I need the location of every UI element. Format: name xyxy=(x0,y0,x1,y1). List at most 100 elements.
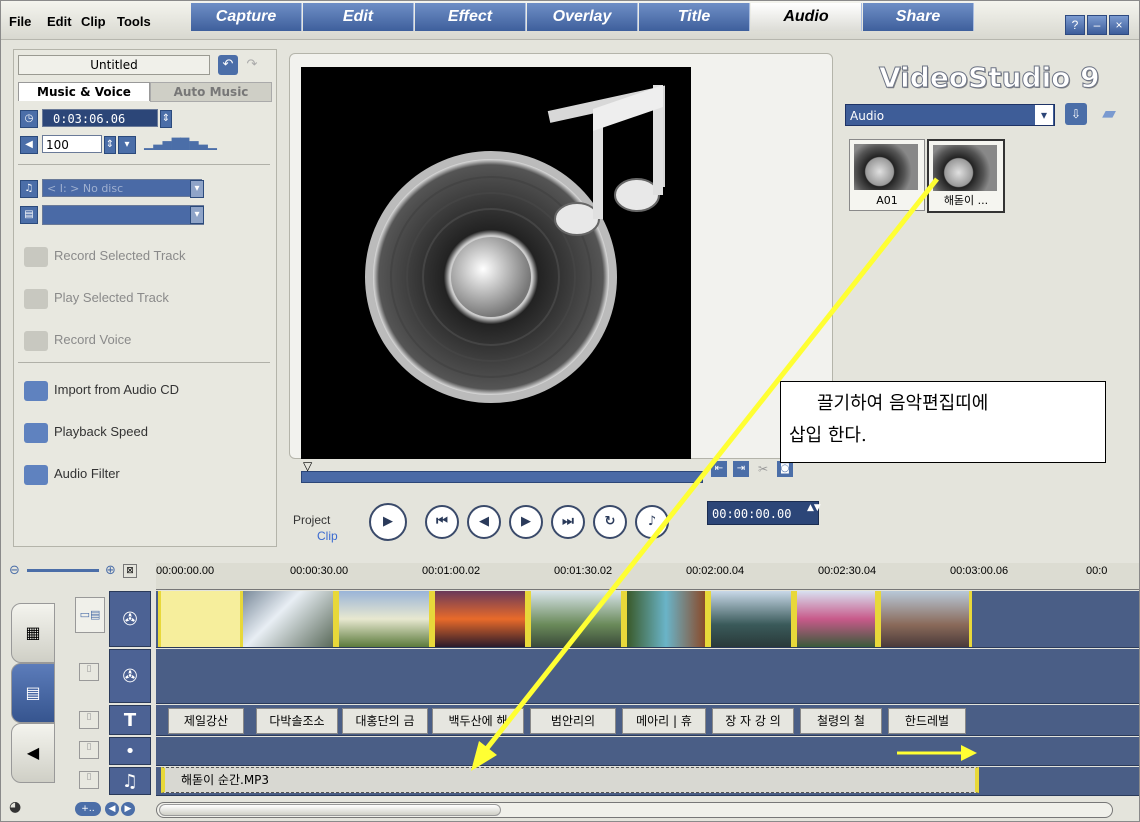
title-clip[interactable]: 백두산에 해 xyxy=(432,708,524,734)
duration-field[interactable]: 0:03:06.06 xyxy=(42,109,158,127)
cd-drive-select[interactable]: < I: > No disc xyxy=(42,179,202,197)
video-clip[interactable] xyxy=(528,591,624,647)
volume-field[interactable]: 100 xyxy=(42,135,102,153)
record-voice-button[interactable]: Record Voice xyxy=(24,328,131,352)
fade-out-icon[interactable]: ▇▅▃▁ xyxy=(180,136,217,150)
storyboard-view-tab[interactable]: ▦ xyxy=(11,603,55,663)
fade-in-icon[interactable]: ▁▃▅▇ xyxy=(144,136,181,150)
duration-stepper[interactable]: ⇕ xyxy=(160,110,172,128)
play-button[interactable]: ▶ xyxy=(369,503,407,541)
scrub-handle-icon[interactable]: ▽ xyxy=(303,459,312,473)
scroll-right-icon[interactable]: ▶ xyxy=(121,802,135,816)
zoom-out-icon[interactable]: ⊖ xyxy=(9,563,23,578)
project-mode-label[interactable]: Project xyxy=(293,513,330,527)
preview-scrub-bar[interactable]: ▽ xyxy=(301,459,711,487)
audio-clip[interactable]: 해돋이 순간.MP3 xyxy=(161,767,979,793)
zoom-in-icon[interactable]: ⊕ xyxy=(105,563,119,578)
close-button[interactable]: × xyxy=(1109,15,1129,35)
ripple-edit-icon[interactable]: +‥ xyxy=(75,802,101,816)
volume-button[interactable]: ♪ xyxy=(635,505,669,539)
tab-audio[interactable]: Audio xyxy=(751,3,862,31)
title-clip[interactable]: 한드레벌 xyxy=(888,708,966,734)
title-clip[interactable]: 대홍단의 금 xyxy=(342,708,428,734)
track-lock-icon[interactable]: ▯ xyxy=(79,741,99,759)
video-track[interactable] xyxy=(156,591,1139,648)
library-item-haedoti[interactable]: 해돋이 ... xyxy=(927,139,1005,213)
tab-share[interactable]: Share xyxy=(863,3,974,31)
menu-file[interactable]: File xyxy=(9,14,31,29)
video-clip[interactable] xyxy=(158,591,242,647)
folder-icon[interactable]: ▰ xyxy=(1095,103,1123,125)
minimize-button[interactable]: – xyxy=(1087,15,1107,35)
next-frame-button[interactable]: ▶ xyxy=(509,505,543,539)
tab-music-voice[interactable]: Music & Voice xyxy=(18,82,150,101)
scrollbar-thumb[interactable] xyxy=(159,804,501,816)
volume-dropdown[interactable]: ▾ xyxy=(118,136,136,154)
tab-title[interactable]: Title xyxy=(639,3,750,31)
timecode-display[interactable]: 00:00:00.00 xyxy=(707,501,819,525)
title-clip[interactable]: 범안리의 xyxy=(530,708,616,734)
overlay-track[interactable] xyxy=(156,649,1139,704)
record-selected-track-button[interactable]: Record Selected Track xyxy=(24,244,186,268)
title-track[interactable]: 제일강산 다박솔조소 대홍단의 금 백두산에 해 범안리의 메아리 | 휴 장 … xyxy=(156,705,1139,736)
video-clip[interactable] xyxy=(878,591,972,647)
track-lock-icon[interactable]: ▯ xyxy=(79,771,99,789)
cd-dropdown-arrow[interactable]: ▾ xyxy=(190,180,204,198)
tab-capture[interactable]: Capture xyxy=(191,3,302,31)
title-clip[interactable]: 장 자 강 의 xyxy=(712,708,794,734)
track-lock-icon[interactable]: ▯ xyxy=(79,663,99,681)
video-clip[interactable] xyxy=(432,591,528,647)
timeline-ruler[interactable]: 00:00:00.00 00:00:30.00 00:01:00.02 00:0… xyxy=(156,563,1139,590)
end-button[interactable]: ⏭ xyxy=(551,505,585,539)
scissors-icon[interactable]: ✂ xyxy=(755,461,771,477)
audio-filter-button[interactable]: Audio Filter xyxy=(24,462,120,486)
mark-in-icon[interactable]: ⇤ xyxy=(711,461,727,477)
library-item-a01[interactable]: A01 xyxy=(849,139,925,211)
title-clip[interactable]: 다박솔조소 xyxy=(256,708,338,734)
menu-clip[interactable]: Clip xyxy=(81,14,106,29)
clip-mode-label[interactable]: Clip xyxy=(317,529,338,543)
help-button[interactable]: ? xyxy=(1065,15,1085,35)
project-settings-icon[interactable]: ◕ xyxy=(9,799,29,817)
mark-out-icon[interactable]: ⇥ xyxy=(733,461,749,477)
timeline-scrollbar[interactable] xyxy=(156,802,1113,818)
menu-tools[interactable]: Tools xyxy=(117,14,151,29)
home-button[interactable]: ⏮ xyxy=(425,505,459,539)
insert-track-icon[interactable]: ▭▤ xyxy=(75,597,105,633)
playback-speed-button[interactable]: Playback Speed xyxy=(24,420,148,444)
timeline-view-tab[interactable]: ▤ xyxy=(11,663,55,723)
timecode-stepper[interactable]: ▲▼ xyxy=(807,503,821,523)
title-clip[interactable]: 메아리 | 휴 xyxy=(622,708,706,734)
redo-icon[interactable]: ↷ xyxy=(242,55,262,75)
fit-project-icon[interactable]: ⊠ xyxy=(123,564,137,578)
sort-icon[interactable]: ⇩ xyxy=(1065,103,1087,125)
previous-frame-button[interactable]: ◀ xyxy=(467,505,501,539)
video-clip[interactable] xyxy=(336,591,432,647)
library-category-select[interactable]: Audio xyxy=(845,104,1055,126)
title-clip[interactable]: 제일강산 xyxy=(168,708,244,734)
repeat-button[interactable]: ↻ xyxy=(593,505,627,539)
scrub-track[interactable] xyxy=(301,471,703,483)
tab-overlay[interactable]: Overlay xyxy=(527,3,638,31)
undo-icon[interactable]: ↶ xyxy=(218,55,238,75)
audio-view-tab[interactable]: ◀ xyxy=(11,723,55,783)
track-select[interactable] xyxy=(42,205,204,225)
title-clip[interactable]: 철령의 철 xyxy=(800,708,882,734)
play-selected-track-button[interactable]: Play Selected Track xyxy=(24,286,169,310)
dropdown-arrow-icon[interactable]: ▾ xyxy=(1035,105,1053,125)
tab-effect[interactable]: Effect xyxy=(415,3,526,31)
enlarge-icon[interactable]: ◙ xyxy=(777,461,793,477)
tab-edit[interactable]: Edit xyxy=(303,3,414,31)
track-lock-icon[interactable]: ▯ xyxy=(79,711,99,729)
scroll-left-icon[interactable]: ◀ xyxy=(105,802,119,816)
video-clip[interactable] xyxy=(708,591,794,647)
tab-auto-music[interactable]: Auto Music xyxy=(150,82,272,102)
voice-track[interactable] xyxy=(156,737,1139,766)
volume-stepper[interactable]: ⇕ xyxy=(104,136,116,154)
video-clip[interactable] xyxy=(240,591,336,647)
video-clip[interactable] xyxy=(624,591,708,647)
track-dropdown-arrow[interactable]: ▾ xyxy=(190,206,204,224)
video-clip[interactable] xyxy=(794,591,878,647)
import-from-audio-cd-button[interactable]: Import from Audio CD xyxy=(24,378,179,402)
zoom-slider[interactable] xyxy=(27,569,99,572)
